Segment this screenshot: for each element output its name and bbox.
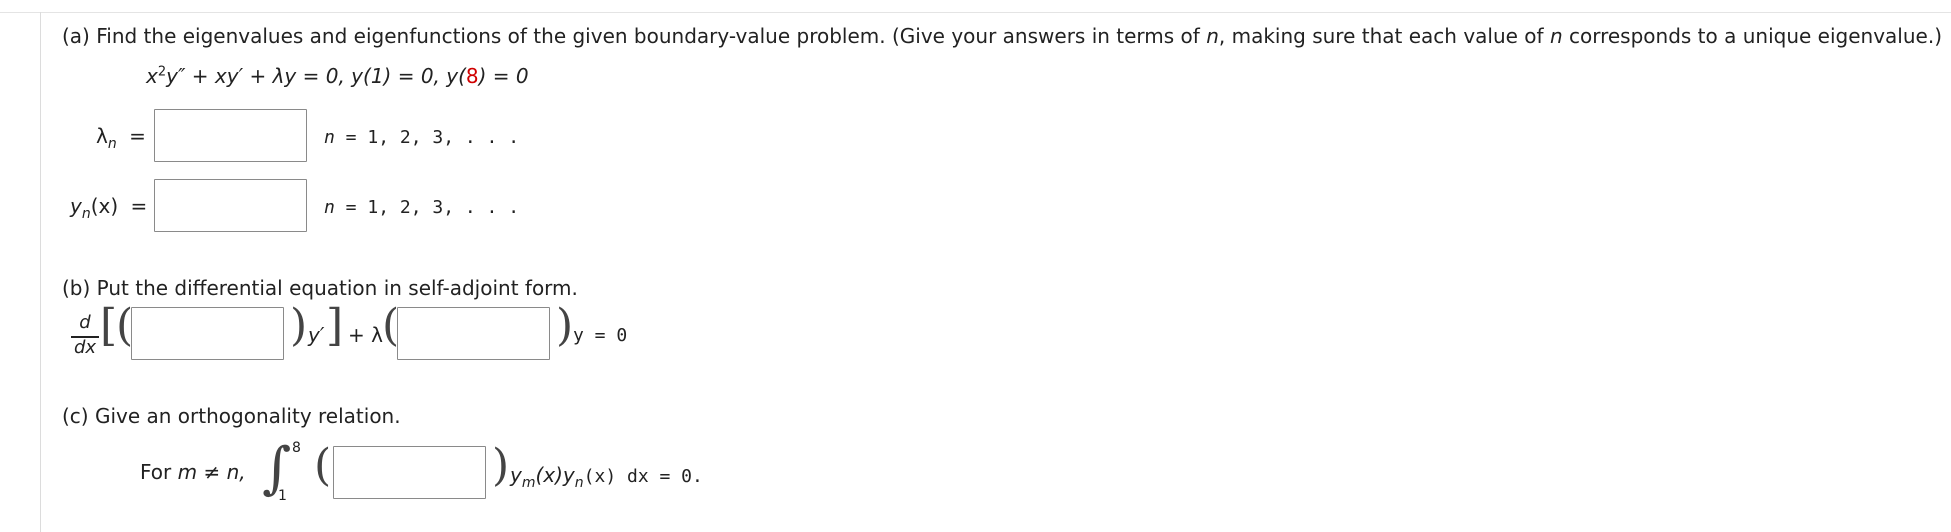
y-subscript: n [81, 206, 91, 222]
orthogonality-condition: For m ≠ n, [140, 460, 246, 484]
part-a-prompt: (a) Find the eigenvalues and eigenfuncti… [62, 24, 1942, 48]
part-a-prompt-text: corresponds to a unique eigenvalue.) [1562, 24, 1942, 48]
n-var: n [324, 197, 335, 218]
paren-open: ( [314, 440, 332, 491]
ym-x-yn: (x)y [535, 463, 575, 487]
derivative-numerator: d [79, 312, 91, 333]
n-var: n [1206, 24, 1219, 48]
part-c-prompt: (c) Give an orthogonality relation. [62, 404, 401, 428]
y-prime: y′ [308, 323, 325, 347]
top-divider [0, 12, 1951, 13]
n-var: n [1549, 24, 1563, 48]
bracket-open: [ [100, 300, 118, 351]
yn-subscript: n [574, 475, 584, 491]
part-b-prompt: (b) Put the differential equation in sel… [62, 276, 578, 300]
eq-exponent: 2 [157, 64, 167, 80]
equals-sign: = [129, 124, 146, 148]
n-range-text: = 1, 2, 3, . . . [334, 197, 520, 218]
yn-label: yn(x) = [70, 194, 147, 222]
paren-close: ) [556, 300, 574, 351]
weight-function-input[interactable] [333, 446, 486, 499]
part-a-prompt-text: (a) Find the eigenvalues and eigenfuncti… [62, 24, 1207, 48]
y-equals-zero: y = 0 [573, 325, 628, 346]
eq-x: x [146, 64, 158, 88]
equals-sign: = [130, 194, 148, 218]
ym-y: y [510, 463, 522, 487]
bvp-equation: x2y″ + xy′ + λy = 0, y(1) = 0, y(8) = 0 [146, 64, 529, 88]
dx-equals-zero: (x) dx = 0. [583, 466, 703, 487]
plus-lambda: + λ [348, 323, 383, 347]
for-text: For [140, 460, 178, 484]
self-adjoint-weight-input[interactable] [397, 307, 550, 360]
n-range-1: n = 1, 2, 3, . . . [324, 127, 519, 148]
eq-part1: y″ + xy′ + λy = 0, y(1) = 0, y( [166, 64, 466, 88]
ym-subscript: m [521, 475, 536, 491]
n-range-text: = 1, 2, 3, . . . [334, 127, 520, 148]
lambda-n-label: λn = [96, 124, 146, 152]
left-divider [40, 12, 41, 532]
m-ne-n: m ≠ n, [177, 460, 246, 484]
integrand-tail: ym(x)yn(x) dx = 0. [510, 463, 703, 491]
y-argument: (x) [90, 194, 119, 218]
eq-red-value: 8 [465, 64, 479, 88]
lambda-subscript: n [107, 136, 117, 152]
eigenvalue-input[interactable] [154, 109, 307, 162]
y-symbol: y [70, 194, 82, 218]
part-a-prompt-text: , making sure that each value of [1218, 24, 1550, 48]
self-adjoint-p-input[interactable] [131, 307, 284, 360]
n-var: n [324, 127, 335, 148]
n-range-2: n = 1, 2, 3, . . . [324, 197, 519, 218]
lambda-symbol: λ [96, 124, 108, 148]
bracket-close: ] [326, 300, 344, 351]
derivative-denominator: dx [73, 337, 97, 358]
eigenfunction-input[interactable] [154, 179, 307, 232]
upper-limit: 8 [292, 440, 301, 456]
eq-part2: ) = 0 [478, 64, 529, 88]
paren-close: ) [290, 300, 308, 351]
lower-limit: 1 [278, 488, 287, 504]
paren-close: ) [492, 440, 510, 491]
